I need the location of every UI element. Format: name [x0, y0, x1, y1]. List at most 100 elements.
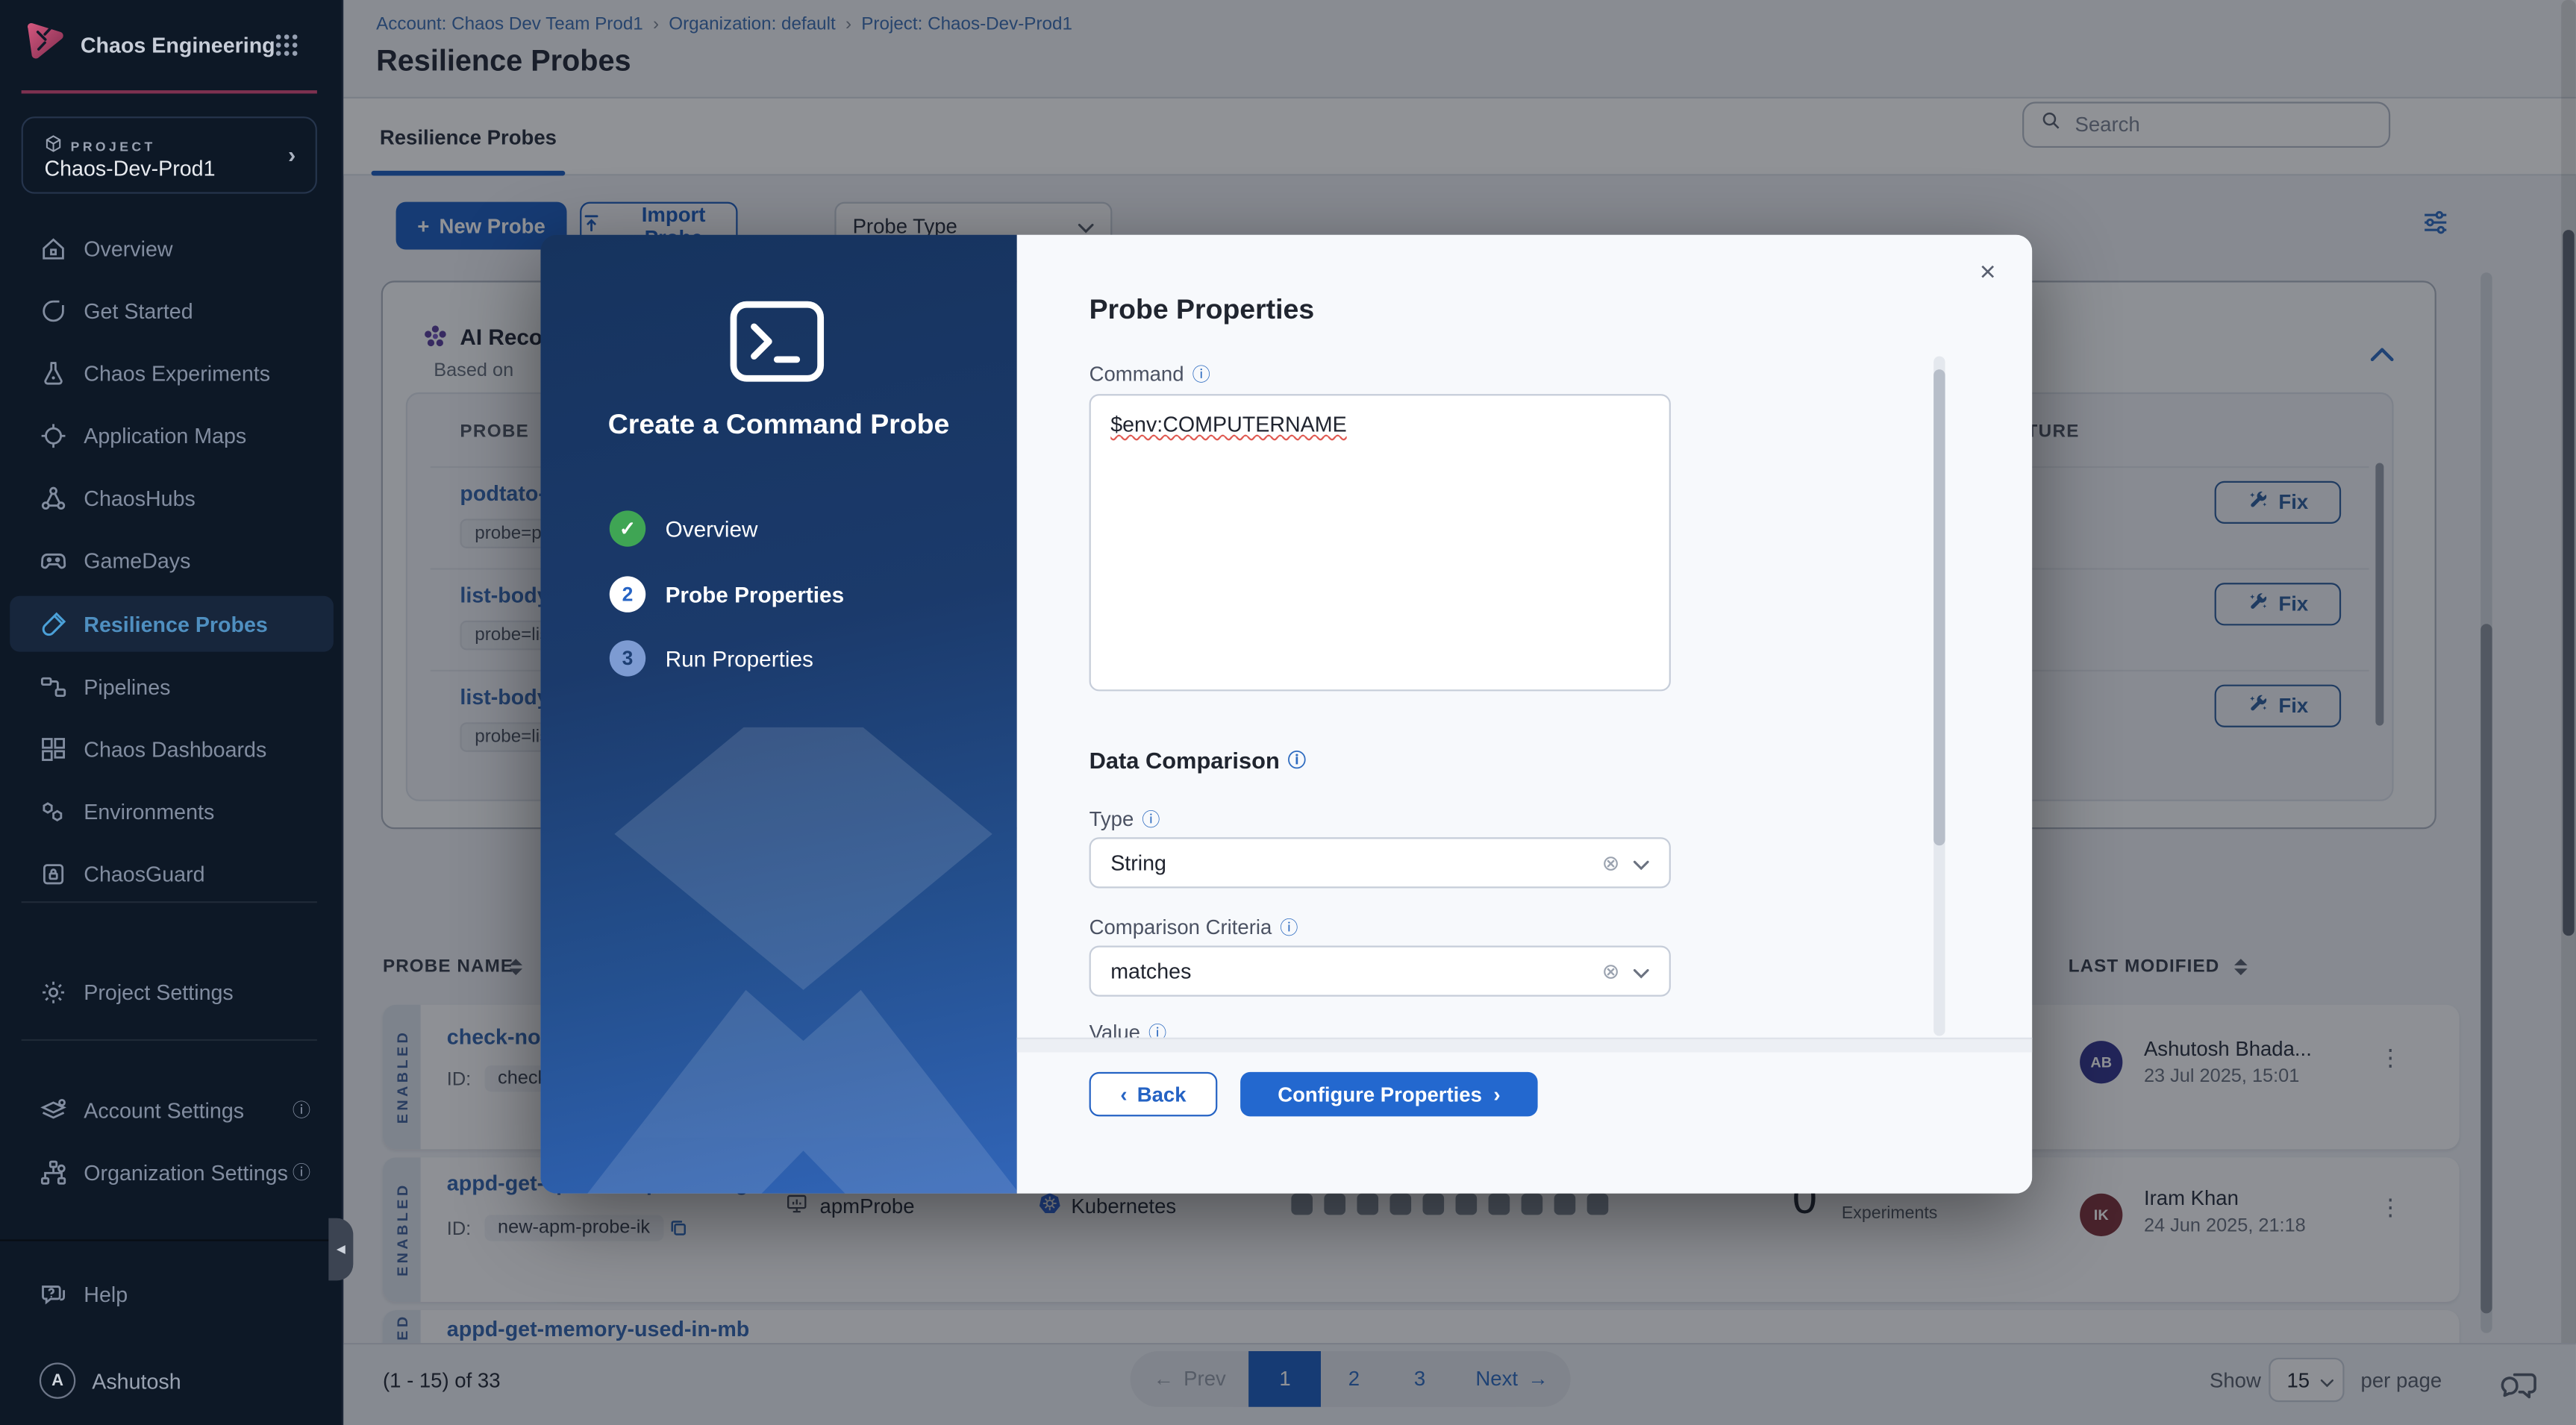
sidebar-collapse-handle[interactable]: ◀ [328, 1218, 353, 1281]
sidebar-item-help[interactable]: Help [10, 1266, 334, 1322]
clear-icon[interactable]: ⊗ [1602, 958, 1620, 984]
sidebar-item-account-settings[interactable]: Account Settings ⓘ [10, 1082, 334, 1138]
chevron-down-icon [1633, 959, 1649, 983]
sidebar-item-label: Get Started [84, 298, 193, 322]
type-value: String [1110, 851, 1589, 875]
lock-badge-icon [40, 859, 67, 887]
comparison-criteria-select[interactable]: matches ⊗ [1090, 945, 1671, 996]
chevron-left-icon: ‹ [1120, 1083, 1127, 1106]
app: Chaos Engineering PROJECT Chaos-Dev-Prod… [0, 0, 2576, 1425]
value-label-clipped: Value ⓘ [1090, 1020, 1167, 1038]
sidebar-item-label: Application Maps [84, 423, 246, 448]
divider [0, 1239, 343, 1241]
wizard-title: Create a Command Probe [540, 409, 1016, 442]
configure-properties-button[interactable]: Configure Properties › [1240, 1072, 1537, 1116]
sidebar-item-label: Pipelines [84, 674, 170, 698]
back-label: Back [1137, 1083, 1187, 1106]
wizard-step-overview[interactable]: ✓ Overview [610, 510, 758, 546]
collapse-arrow-icon: ◀ [337, 1243, 346, 1256]
sidebar-item-chaos-experiments[interactable]: Chaos Experiments [10, 345, 334, 401]
step-label: Probe Properties [666, 582, 845, 607]
sidebar-user[interactable]: A Ashutosh [10, 1350, 334, 1412]
modal-scrollbar-track[interactable] [1933, 357, 1945, 1036]
project-label: PROJECT [71, 139, 156, 154]
module-grid-icon[interactable] [275, 33, 299, 66]
info-icon: ⓘ [293, 1097, 310, 1123]
chevron-right-icon: › [1493, 1083, 1500, 1106]
user-name: Ashutosh [92, 1368, 181, 1393]
step-number: 2 [610, 576, 645, 612]
info-icon: ⓘ [1148, 1020, 1166, 1038]
sidebar-item-environments[interactable]: Environments [10, 783, 334, 839]
pipeline-icon [40, 672, 67, 700]
comparison-criteria-label: Comparison Criteria ⓘ [1090, 915, 1298, 941]
info-icon: ⓘ [1192, 361, 1210, 387]
sidebar-item-label: Chaos Experiments [84, 360, 270, 385]
type-select[interactable]: String ⊗ [1090, 837, 1671, 888]
sidebar-item-project-settings[interactable]: Project Settings [10, 964, 334, 1020]
sidebar-item-organization-settings[interactable]: Organization Settings ⓘ [10, 1144, 334, 1200]
back-button[interactable]: ‹ Back [1090, 1072, 1218, 1116]
sidebar-item-pipelines[interactable]: Pipelines [10, 658, 334, 714]
sidebar-item-label: Account Settings [84, 1097, 244, 1122]
help-chat-icon [40, 1280, 67, 1307]
sidebar-item-label: ChaosHubs [84, 485, 196, 510]
command-input[interactable]: $env:COMPUTERNAME [1090, 394, 1671, 691]
modal-scrollbar-thumb[interactable] [1933, 369, 1945, 845]
sidebar-item-chaos-dashboards[interactable]: Chaos Dashboards [10, 721, 334, 777]
sidebar-item-get-started[interactable]: Get Started [10, 282, 334, 338]
sidebar-item-label: Overview [84, 236, 172, 260]
wizard-step-run-properties[interactable]: 3 Run Properties [610, 640, 813, 676]
hexagons-icon [40, 797, 67, 824]
sidebar-item-label: Resilience Probes [84, 612, 268, 636]
sidebar-item-gamedays[interactable]: GameDays [10, 532, 334, 588]
value-label: Value [1090, 1021, 1140, 1038]
molecule-icon [40, 483, 67, 511]
harness-logo-icon [23, 19, 67, 69]
crosshair-icon [40, 421, 67, 448]
dashboard-grid-icon [40, 735, 67, 762]
step-number: 3 [610, 640, 645, 676]
command-label: Command ⓘ [1090, 361, 1210, 387]
command-value: $env:COMPUTERNAME [1110, 412, 1346, 436]
home-icon [40, 234, 67, 262]
clear-icon[interactable]: ⊗ [1602, 850, 1620, 876]
info-icon: ⓘ [1142, 806, 1160, 832]
step-label: Run Properties [666, 646, 813, 671]
project-selector[interactable]: PROJECT Chaos-Dev-Prod1 › [22, 116, 317, 193]
sidebar-item-label: Project Settings [84, 980, 233, 1004]
sidebar-item-overview[interactable]: Overview [10, 220, 334, 276]
create-command-probe-modal: Create a Command Probe ✓ Overview 2 Prob… [540, 235, 2032, 1194]
chevron-down-icon [1633, 851, 1649, 875]
chevron-right-icon: › [288, 141, 296, 167]
wizard-side-panel: Create a Command Probe ✓ Overview 2 Prob… [540, 235, 1016, 1194]
probe-properties-panel: × Probe Properties Command ⓘ $env:COMPUT… [1017, 235, 2033, 1194]
gear-icon [40, 977, 67, 1005]
avatar: A [40, 1362, 75, 1398]
wizard-step-probe-properties[interactable]: 2 Probe Properties [610, 576, 844, 612]
app-title: Chaos Engineering [81, 32, 275, 57]
panel-title: Probe Properties [1090, 294, 1315, 327]
test-tube-icon [40, 610, 67, 637]
data-comparison-heading: Data Comparison ⓘ [1090, 747, 1306, 773]
divider [22, 1039, 317, 1041]
accent-divider [22, 90, 317, 93]
divider [22, 901, 317, 903]
terminal-icon [729, 301, 825, 391]
criteria-value: matches [1110, 959, 1589, 983]
sidebar-item-label: ChaosGuard [84, 861, 204, 886]
sidebar-item-resilience-probes[interactable]: Resilience Probes [10, 596, 334, 652]
sidebar-item-application-maps[interactable]: Application Maps [10, 407, 334, 463]
help-chat-fab-icon[interactable] [2497, 1369, 2539, 1415]
sidebar-item-label: Environments [84, 799, 214, 824]
footer-divider [1017, 1038, 2033, 1053]
info-icon: ⓘ [293, 1159, 310, 1186]
sidebar-item-label: Chaos Dashboards [84, 736, 266, 761]
sidebar-item-label: Help [84, 1281, 128, 1306]
project-name: Chaos-Dev-Prod1 [44, 156, 215, 181]
sidebar-item-label: GameDays [84, 548, 190, 572]
info-icon: ⓘ [1280, 915, 1298, 941]
sidebar-item-chaosguard[interactable]: ChaosGuard [10, 845, 334, 901]
sidebar-item-chaoshubs[interactable]: ChaosHubs [10, 469, 334, 525]
close-icon[interactable]: × [1980, 256, 1996, 289]
